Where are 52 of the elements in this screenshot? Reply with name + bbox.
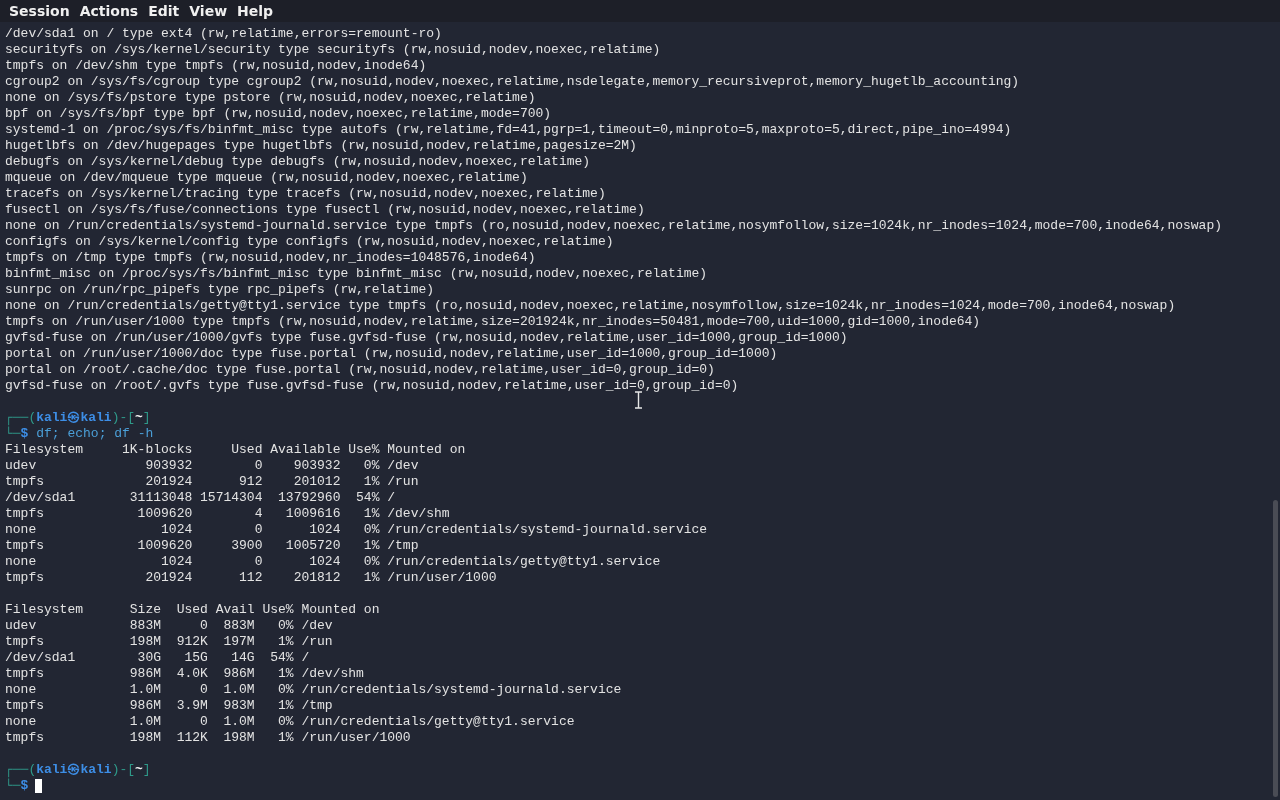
prompt-line: ┌──(kali㉿kali)-[~] <box>5 410 151 426</box>
command-line: └─$ <box>5 778 29 794</box>
output-line: mqueue on /dev/mqueue type mqueue (rw,nosuid,nodev,noexec,relatime) <box>5 170 528 186</box>
menu-item[interactable]: View <box>184 0 233 22</box>
menu-item[interactable]: Edit <box>143 0 185 22</box>
output-line: tracefs on /sys/kernel/tracing type tracefs (rw,nosuid,nodev,noexec,relatime) <box>5 186 606 202</box>
output-line: /dev/sda1 31113048 15714304 13792960 54% / <box>5 490 396 506</box>
output-line: udev 903932 0 903932 0% /dev <box>5 458 419 474</box>
output-line: tmpfs on /run/user/1000 type tmpfs (rw,nosuid,nodev,relatime,size=201924k,nr_inodes=50481,mode=700,uid=1000,gid=1000,inode64) <box>5 314 981 330</box>
output-line: /dev/sda1 on / type ext4 (rw,relatime,errors=remount-ro) <box>5 26 442 42</box>
output-line: none on /sys/fs/pstore type pstore (rw,nosuid,nodev,noexec,relatime) <box>5 90 536 106</box>
output-line: hugetlbfs on /dev/hugepages type hugetlbfs (rw,nosuid,nodev,relatime,pagesize=2M) <box>5 138 637 154</box>
scrollbar[interactable] <box>1273 500 1278 797</box>
output-line: tmpfs on /dev/shm type tmpfs (rw,nosuid,nodev,inode64) <box>5 58 427 74</box>
output-line: tmpfs 986M 4.0K 986M 1% /dev/shm <box>5 666 364 682</box>
output-line: tmpfs 201924 112 201812 1% /run/user/1000 <box>5 570 497 586</box>
output-line: binfmt_misc on /proc/sys/fs/binfmt_misc type binfmt_misc (rw,nosuid,nodev,noexec,relatime) <box>5 266 708 282</box>
output-line: none on /run/credentials/systemd-journald.service type tmpfs (ro,nosuid,nodev,noexec,relatime,nosymfollow,size=1024k,nr_inodes=1024,mode=700,inode64,noswap) <box>5 218 1222 234</box>
output-line: systemd-1 on /proc/sys/fs/binfmt_misc type autofs (rw,relatime,fd=41,pgrp=1,timeout=0,minproto=5,maxproto=5,direct,pipe_ino=4994) <box>5 122 1012 138</box>
output-line: sunrpc on /run/rpc_pipefs type rpc_pipefs (rw,relatime) <box>5 282 435 298</box>
menu-item[interactable]: Session <box>4 0 75 22</box>
output-line: tmpfs 986M 3.9M 983M 1% /tmp <box>5 698 333 714</box>
output-line: /dev/sda1 30G 15G 14G 54% / <box>5 650 310 666</box>
menu-item[interactable]: Help <box>232 0 279 22</box>
output-line: none 1024 0 1024 0% /run/credentials/systemd-journald.service <box>5 522 708 538</box>
output-line: Filesystem 1K-blocks Used Available Use% Mounted on <box>5 442 466 458</box>
output-line: portal on /root/.cache/doc type fuse.portal (rw,nosuid,nodev,relatime,user_id=0,group_id=0) <box>5 362 715 378</box>
output-line: tmpfs 198M 112K 198M 1% /run/user/1000 <box>5 730 411 746</box>
output-line: gvfsd-fuse on /run/user/1000/gvfs type fuse.gvfsd-fuse (rw,nosuid,nodev,relatime,user_id=1000,group_id=1000) <box>5 330 848 346</box>
output-line: debugfs on /sys/kernel/debug type debugfs (rw,nosuid,nodev,noexec,relatime) <box>5 154 591 170</box>
output-line: none on /run/credentials/getty@tty1.service type tmpfs (ro,nosuid,nodev,noexec,relatime,nosymfollow,size=1024k,nr_inodes=1024,mode=700,inode64,noswap) <box>5 298 1176 314</box>
output-line: tmpfs on /tmp type tmpfs (rw,nosuid,nodev,nr_inodes=1048576,inode64) <box>5 250 536 266</box>
output-line: gvfsd-fuse on /root/.gvfs type fuse.gvfsd-fuse (rw,nosuid,nodev,relatime,user_id=0,group_id=0) <box>5 378 739 394</box>
output-line: tmpfs 201924 912 201012 1% /run <box>5 474 419 490</box>
output-line: tmpfs 1009620 3900 1005720 1% /tmp <box>5 538 419 554</box>
output-line: none 1.0M 0 1.0M 0% /run/credentials/systemd-journald.service <box>5 682 622 698</box>
output-line: portal on /run/user/1000/doc type fuse.portal (rw,nosuid,nodev,relatime,user_id=1000,group_id=1000) <box>5 346 778 362</box>
output-line: configfs on /sys/kernel/config type configfs (rw,nosuid,nodev,noexec,relatime) <box>5 234 614 250</box>
output-line: none 1.0M 0 1.0M 0% /run/credentials/getty@tty1.service <box>5 714 575 730</box>
output-line: udev 883M 0 883M 0% /dev <box>5 618 333 634</box>
text-cursor-icon <box>634 391 643 409</box>
output-line: tmpfs 198M 912K 197M 1% /run <box>5 634 333 650</box>
output-line: Filesystem Size Used Avail Use% Mounted on <box>5 602 380 618</box>
output-line: cgroup2 on /sys/fs/cgroup type cgroup2 (rw,nosuid,nodev,noexec,relatime,nsdelegate,memory_recursiveprot,memory_hugetlb_accounting) <box>5 74 1020 90</box>
output-line: securityfs on /sys/kernel/security type securityfs (rw,nosuid,nodev,noexec,relatime) <box>5 42 661 58</box>
output-line: bpf on /sys/fs/bpf type bpf (rw,nosuid,nodev,noexec,relatime,mode=700) <box>5 106 552 122</box>
menu-item[interactable]: Actions <box>74 0 144 22</box>
command-line: └─$ df; echo; df -h <box>5 426 154 442</box>
prompt-line: ┌──(kali㉿kali)-[~] <box>5 762 151 778</box>
output-line: tmpfs 1009620 4 1009616 1% /dev/shm <box>5 506 450 522</box>
output-line: fusectl on /sys/fs/fuse/connections type fusectl (rw,nosuid,nodev,noexec,relatime) <box>5 202 645 218</box>
output-line: none 1024 0 1024 0% /run/credentials/getty@tty1.service <box>5 554 661 570</box>
